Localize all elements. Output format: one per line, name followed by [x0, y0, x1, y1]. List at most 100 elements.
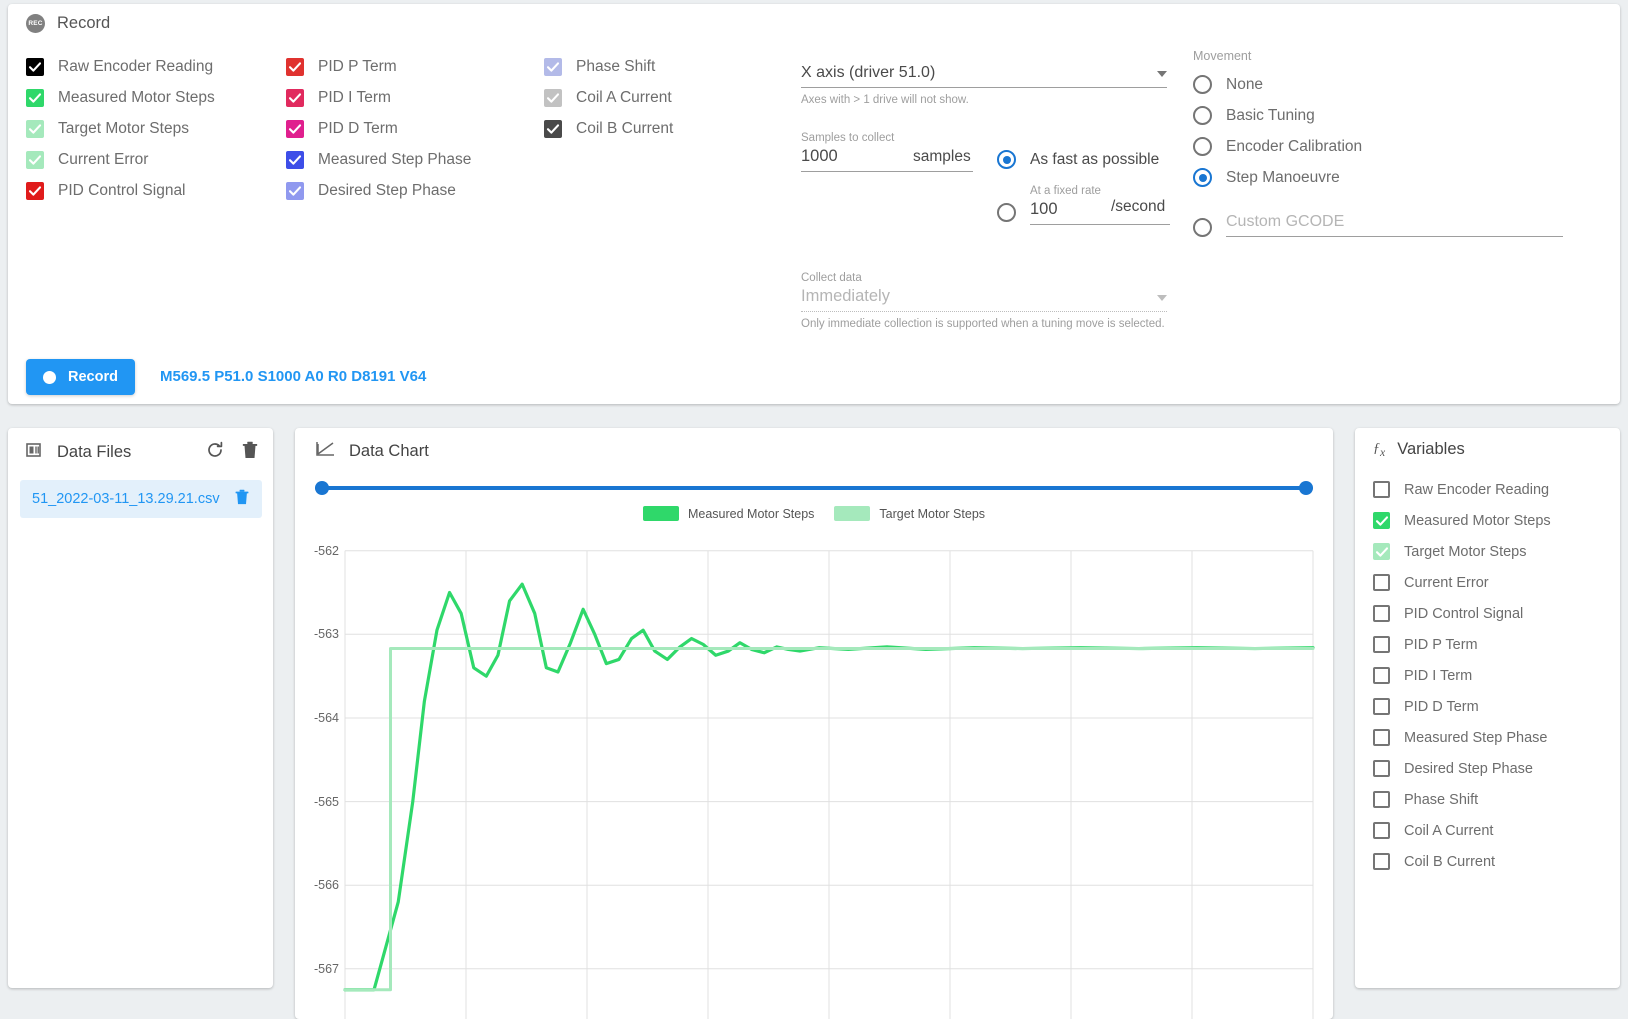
variable-checkbox-pid-p-term[interactable]: PID P Term: [1373, 629, 1551, 660]
variable-checkbox-label: Measured Motor Steps: [1404, 512, 1551, 529]
delete-all-icon[interactable]: [241, 440, 259, 465]
checkbox-icon[interactable]: [1373, 636, 1390, 653]
checkbox-icon[interactable]: [1373, 729, 1390, 746]
rate-fixed-label: At a fixed rate: [1030, 185, 1101, 197]
signal-checkbox-coil-b-current[interactable]: Coil B Current: [544, 113, 673, 144]
movement-option-step-manoeuvre[interactable]: Step Manoeuvre: [1193, 162, 1563, 193]
signal-checkbox-label: Coil B Current: [576, 119, 674, 137]
signal-checkbox-pid-p-term[interactable]: PID P Term: [286, 51, 471, 82]
movement-option-label: Encoder Calibration: [1226, 137, 1363, 155]
chart-y-axis: -562 -563 -564 -565 -566 -567: [295, 526, 345, 1019]
movement-option-label: Step Manoeuvre: [1226, 168, 1340, 186]
signal-checkbox-column-2: PID P Term PID I Term PID D Term Measured S…: [286, 51, 471, 206]
signal-checkbox-label: Coil A Current: [576, 88, 672, 106]
movement-option-basic-tuning[interactable]: Basic Tuning: [1193, 100, 1563, 131]
data-file-name: 51_2022-03-11_13.29.21.csv: [32, 491, 220, 507]
legend-item-measured-motor-steps[interactable]: Measured Motor Steps: [642, 506, 814, 521]
variable-checkbox-current-error[interactable]: Current Error: [1373, 567, 1551, 598]
data-file-item[interactable]: 51_2022-03-11_13.29.21.csv: [20, 480, 262, 518]
checkbox-icon[interactable]: [286, 57, 304, 76]
checkbox-icon[interactable]: [1373, 698, 1390, 715]
checkbox-icon[interactable]: [1373, 791, 1390, 808]
movement-radio[interactable]: [1193, 137, 1212, 156]
variable-checkbox-pid-control-signal[interactable]: PID Control Signal: [1373, 598, 1551, 629]
checkbox-icon[interactable]: [1373, 760, 1390, 777]
checkbox-icon[interactable]: [286, 150, 304, 169]
checkbox-icon[interactable]: [1373, 481, 1390, 498]
signal-checkbox-pid-i-term[interactable]: PID I Term: [286, 82, 471, 113]
signal-checkbox-pid-control-signal[interactable]: PID Control Signal: [26, 175, 215, 206]
variable-checkbox-phase-shift[interactable]: Phase Shift: [1373, 784, 1551, 815]
movement-options: None Basic Tuning Encoder Calibration Step …: [1193, 69, 1563, 193]
signal-checkbox-label: PID Control Signal: [58, 181, 186, 199]
checkbox-icon: [544, 88, 562, 107]
record-button[interactable]: Record: [26, 359, 135, 395]
variable-checkbox-raw-encoder-reading[interactable]: Raw Encoder Reading: [1373, 474, 1551, 505]
movement-option-encoder-calibration[interactable]: Encoder Calibration: [1193, 131, 1563, 162]
chart-legend: Measured Motor Steps Target Motor Steps: [295, 506, 1333, 521]
variable-checkbox-pid-i-term[interactable]: PID I Term: [1373, 660, 1551, 691]
samples-unit-label: samples: [913, 148, 971, 165]
variable-checkbox-coil-b-current[interactable]: Coil B Current: [1373, 846, 1551, 877]
chart-range-slider[interactable]: [315, 480, 1313, 496]
variable-checkbox-label: Phase Shift: [1404, 791, 1479, 808]
checkbox-icon[interactable]: [26, 88, 44, 107]
chart-y-tick-label: -563: [313, 627, 339, 642]
signal-checkbox-raw-encoder-reading[interactable]: Raw Encoder Reading: [26, 51, 215, 82]
variable-checkbox-target-motor-steps[interactable]: Target Motor Steps: [1373, 536, 1551, 567]
checkbox-icon[interactable]: [1373, 543, 1390, 560]
checkbox-icon[interactable]: [286, 119, 304, 138]
gcode-preview: M569.5 P51.0 S1000 A0 R0 D8191 V64: [160, 368, 427, 385]
custom-gcode-radio[interactable]: [1193, 218, 1212, 237]
movement-radio[interactable]: [1193, 168, 1212, 187]
variable-checkbox-pid-d-term[interactable]: PID D Term: [1373, 691, 1551, 722]
movement-option-none[interactable]: None: [1193, 69, 1563, 100]
chart-y-tick-label: -565: [313, 794, 339, 809]
data-files-title: Data Files: [57, 443, 132, 461]
movement-title: Movement: [1193, 49, 1252, 63]
data-files-header: Data Files: [26, 440, 259, 465]
trash-icon[interactable]: [234, 488, 250, 511]
custom-gcode-input[interactable]: Custom GCODE: [1226, 213, 1563, 237]
variable-checkbox-label: Desired Step Phase: [1404, 760, 1533, 777]
variable-checkbox-measured-step-phase[interactable]: Measured Step Phase: [1373, 722, 1551, 753]
movement-radio[interactable]: [1193, 106, 1212, 125]
signal-checkbox-pid-d-term[interactable]: PID D Term: [286, 113, 471, 144]
checkbox-icon[interactable]: [1373, 667, 1390, 684]
signal-checkbox-measured-motor-steps[interactable]: Measured Motor Steps: [26, 82, 215, 113]
signal-checkbox-measured-step-phase[interactable]: Measured Step Phase: [286, 144, 471, 175]
x-axis-hint: Axes with > 1 drive will not show.: [801, 94, 969, 106]
checkbox-icon[interactable]: [1373, 512, 1390, 529]
variable-checkbox-measured-motor-steps[interactable]: Measured Motor Steps: [1373, 505, 1551, 536]
chart-slider-thumb-left[interactable]: [315, 481, 329, 495]
rate-as-fast-option[interactable]: As fast as possible: [997, 150, 1159, 169]
chart-slider-thumb-right[interactable]: [1299, 481, 1313, 495]
rate-fixed-radio[interactable]: [997, 203, 1016, 222]
checkbox-icon[interactable]: [544, 119, 562, 138]
x-axis-select[interactable]: X axis (driver 51.0): [801, 64, 1167, 88]
variable-checkbox-coil-a-current[interactable]: Coil A Current: [1373, 815, 1551, 846]
refresh-icon[interactable]: [205, 440, 225, 465]
rate-as-fast-radio[interactable]: [997, 150, 1016, 169]
checkbox-icon[interactable]: [286, 88, 304, 107]
variables-title: Variables: [1397, 440, 1465, 458]
checkbox-icon[interactable]: [26, 181, 44, 200]
chart-slider-track[interactable]: [315, 486, 1313, 490]
custom-gcode-option[interactable]: Custom GCODE: [1193, 213, 1563, 237]
checkbox-icon[interactable]: [1373, 822, 1390, 839]
data-chart-panel: Data Chart Measured Motor Steps Target Mo…: [295, 428, 1333, 1019]
data-files-actions: [205, 440, 259, 465]
legend-item-target-motor-steps[interactable]: Target Motor Steps: [834, 506, 985, 521]
checkbox-icon[interactable]: [1373, 574, 1390, 591]
checkbox-icon[interactable]: [26, 57, 44, 76]
movement-radio[interactable]: [1193, 75, 1212, 94]
checkbox-icon[interactable]: [1373, 605, 1390, 622]
signal-checkbox-column-3: Phase Shift Coil A Current Coil B Current: [544, 51, 673, 144]
signal-checkbox-phase-shift: Phase Shift: [544, 51, 673, 82]
variables-list: Raw Encoder Reading Measured Motor Steps T…: [1373, 474, 1551, 877]
legend-swatch: [834, 506, 871, 521]
variable-checkbox-label: PID I Term: [1404, 667, 1473, 684]
checkbox-icon[interactable]: [1373, 853, 1390, 870]
checkbox-icon: [26, 150, 44, 169]
variable-checkbox-desired-step-phase[interactable]: Desired Step Phase: [1373, 753, 1551, 784]
